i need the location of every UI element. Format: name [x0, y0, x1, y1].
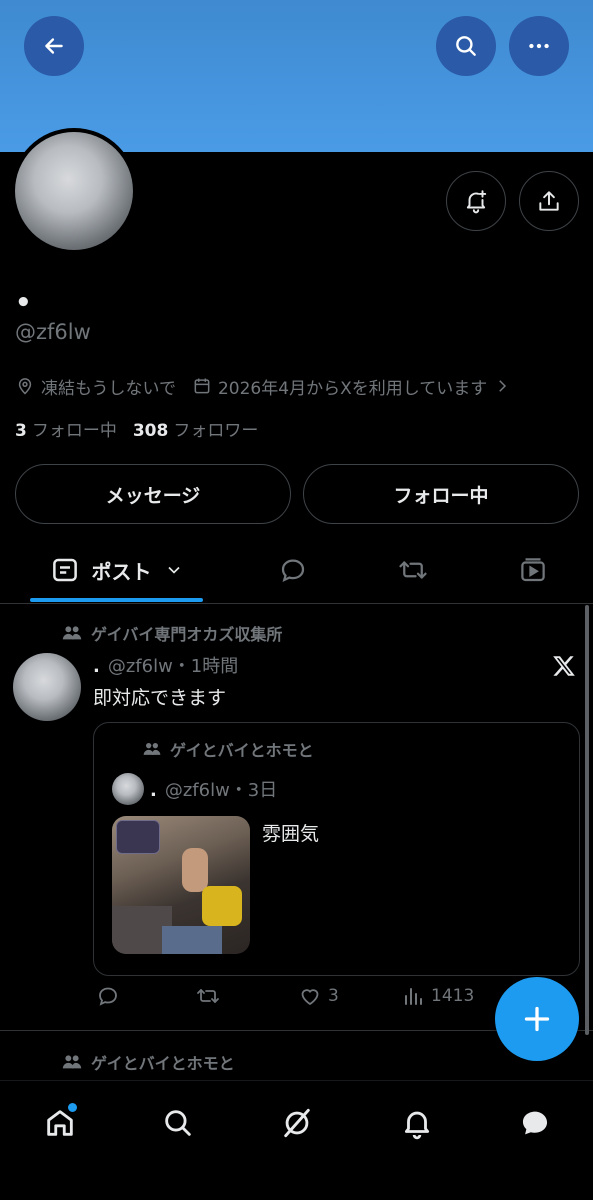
x-logo-icon: [553, 656, 575, 676]
reply-bubble-icon: [281, 559, 305, 583]
post-header: . @zf6lw・1時間: [93, 652, 238, 678]
post-author-name[interactable]: .: [93, 656, 100, 677]
views-icon: [405, 988, 422, 1005]
community-icon: [143, 743, 161, 755]
quoted-post[interactable]: ゲイとバイとホモと . @zf6lw・3日 雰囲気: [93, 722, 580, 976]
message-button[interactable]: メッセージ: [15, 464, 291, 524]
compose-button[interactable]: [495, 977, 579, 1061]
chevron-down-icon: [167, 566, 180, 574]
back-button[interactable]: [24, 16, 84, 76]
nav-grok[interactable]: [267, 1093, 327, 1153]
nav-home[interactable]: [30, 1093, 90, 1153]
posts-icon: [52, 558, 77, 582]
bottom-nav: [0, 1080, 593, 1200]
repost-button[interactable]: [196, 984, 226, 1008]
like-count: 3: [328, 986, 339, 1006]
messages-icon: [522, 1111, 548, 1135]
calendar-icon: [194, 378, 210, 394]
notify-button[interactable]: [446, 171, 506, 231]
search-icon: [456, 36, 476, 56]
tab-media[interactable]: [503, 538, 563, 602]
following-link[interactable]: 3 フォロー中: [15, 416, 117, 441]
share-button[interactable]: [519, 171, 579, 231]
quote-author-avatar: [112, 773, 144, 805]
nav-search[interactable]: [148, 1093, 208, 1153]
view-count: 1413: [431, 986, 475, 1006]
grok-icon: [284, 1108, 310, 1138]
back-arrow-icon: [45, 38, 63, 54]
like-icon: [301, 989, 319, 1006]
chevron-right-icon: [499, 380, 507, 392]
location-icon: [18, 378, 32, 395]
search-icon: [165, 1110, 191, 1136]
quote-context: ゲイとバイとホモと: [142, 737, 314, 761]
nav-notifications[interactable]: [387, 1093, 447, 1153]
share-icon: [539, 191, 559, 211]
post-author-avatar[interactable]: [13, 653, 81, 721]
post-text: 即対応できます: [93, 687, 227, 709]
more-icon: [529, 43, 549, 49]
post-handle-time: @zf6lw・1時間: [107, 656, 239, 677]
scrollbar[interactable]: [585, 605, 589, 1035]
bell-plus-icon: [466, 190, 487, 214]
views-button[interactable]: 1413: [401, 984, 474, 1008]
video-icon: [521, 558, 545, 582]
quote-media-image[interactable]: [112, 816, 250, 954]
more-button[interactable]: [509, 16, 569, 76]
followers-link[interactable]: 308 フォロワー: [133, 416, 259, 441]
community-icon: [62, 1055, 82, 1069]
tab-posts[interactable]: ポスト: [30, 538, 203, 602]
display-name: •: [15, 288, 32, 318]
post-context[interactable]: ゲイバイ専門オカズ収集所: [61, 621, 282, 645]
search-button[interactable]: [436, 16, 496, 76]
active-tab-indicator: [30, 598, 203, 602]
home-unread-dot: [68, 1103, 77, 1112]
community-icon: [62, 626, 82, 640]
next-post-context[interactable]: ゲイとバイとホモと: [61, 1050, 235, 1074]
notifications-icon: [404, 1111, 430, 1140]
reply-button[interactable]: [96, 984, 126, 1008]
profile-avatar[interactable]: [11, 128, 137, 254]
profile-tabs: ポスト: [0, 538, 593, 604]
quote-text: 雰囲気: [262, 823, 320, 845]
profile-handle: @zf6lw: [15, 320, 91, 344]
plus-icon: [524, 1006, 550, 1032]
post-actions: 3 1413: [93, 984, 493, 1014]
joined-text: 2026年4月からXを利用しています: [217, 378, 488, 399]
follow-stats: 3 フォロー中 308 フォロワー: [15, 416, 258, 441]
location-text: 凍結もうしないで: [41, 378, 176, 399]
retweet-icon: [197, 989, 219, 1003]
like-button[interactable]: 3: [298, 984, 339, 1008]
tab-replies[interactable]: [263, 538, 323, 602]
profile-meta[interactable]: 凍結もうしないで 2026年4月からXを利用しています: [15, 373, 511, 399]
nav-messages[interactable]: [505, 1093, 565, 1153]
following-button[interactable]: フォロー中: [303, 464, 579, 524]
reply-icon: [99, 987, 117, 1006]
tab-reposts[interactable]: [383, 538, 443, 602]
retweet-icon: [399, 561, 427, 579]
quote-header: . @zf6lw・3日: [150, 780, 278, 801]
post-item[interactable]: ゲイバイ専門オカズ収集所 . @zf6lw・1時間 即対応できます ゲイとバイとホ…: [0, 604, 593, 1031]
